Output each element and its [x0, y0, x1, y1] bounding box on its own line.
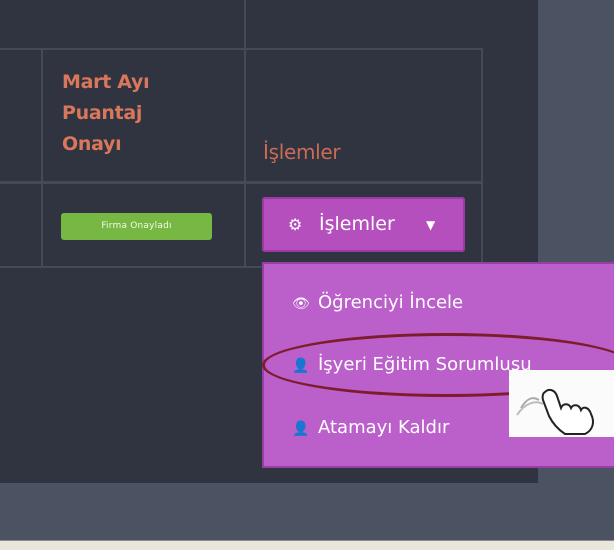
header-line-2: Puantaj [62, 102, 143, 124]
grid-line-vertical-3 [481, 50, 483, 268]
grid-line-vertical-2 [244, 0, 246, 268]
menu-item-atamayi-kaldir[interactable]: 👤 Atamayı Kaldır [292, 417, 449, 438]
chevron-down-icon: ▼ [426, 218, 436, 232]
eye-icon: 👁 [292, 296, 310, 312]
grid-line-horizontal-mid [0, 181, 483, 184]
header-line-1: Mart Ayı [62, 71, 150, 93]
column-header-mart-puantaj: Mart Ayı Puantaj Onayı [62, 67, 150, 160]
column-header-islemler: İşlemler [263, 140, 341, 164]
actions-dropdown-button[interactable]: ⚙ İşlemler ▼ [262, 197, 465, 252]
user-icon: 👤 [292, 421, 310, 437]
menu-item-ogrenciyi-incele[interactable]: 👁 Öğrenciyi İncele [292, 292, 463, 313]
status-badge: Firma Onayladı [61, 213, 212, 240]
grid-line-horizontal-top [0, 48, 483, 50]
grid-line-vertical-1 [41, 50, 43, 268]
menu-item-label: Öğrenciyi İncele [318, 292, 464, 313]
cogs-icon: ⚙ [288, 215, 303, 234]
header-line-3: Onayı [62, 133, 122, 155]
actions-button-label: İşlemler [319, 213, 395, 235]
hand-pointer-cursor [509, 370, 614, 437]
hand-pointer-icon [516, 388, 594, 435]
menu-item-label: Atamayı Kaldır [318, 417, 450, 438]
